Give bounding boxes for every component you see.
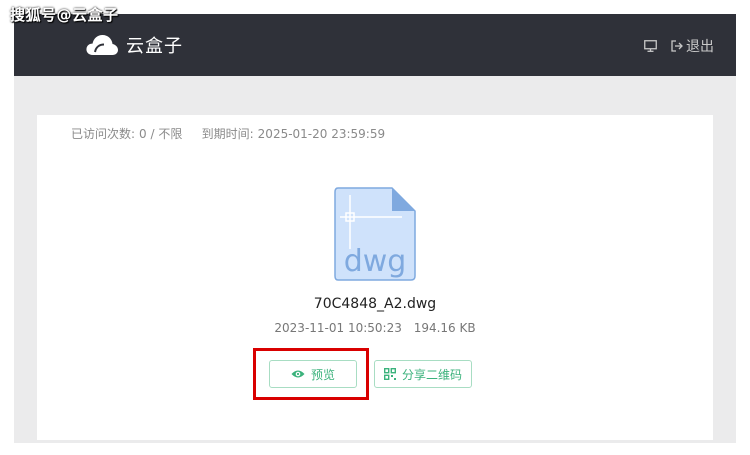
logout-link[interactable]: 退出 bbox=[686, 36, 714, 56]
file-date: 2023-11-01 10:50:23 bbox=[274, 321, 402, 335]
dwg-file-icon: dwg bbox=[334, 187, 416, 285]
visits-value: 0 / 不限 bbox=[139, 127, 183, 141]
file-meta: 2023-11-01 10:50:23 194.16 KB bbox=[37, 321, 713, 335]
app-logo[interactable]: 云盒子 bbox=[86, 32, 183, 58]
file-size: 194.16 KB bbox=[413, 321, 476, 335]
top-navbar: 云盒子 退出 bbox=[14, 14, 736, 76]
expiry-label: 到期时间: bbox=[201, 127, 254, 141]
expiry-value: 2025-01-20 23:59:59 bbox=[257, 127, 386, 141]
logout-icon[interactable] bbox=[671, 40, 683, 52]
visits-label: 已访问次数: bbox=[71, 127, 136, 141]
share-card: 已访问次数: 0 / 不限 到期时间: 2025-01-20 23:59:59 dw… bbox=[37, 115, 713, 440]
watermark-text: 搜狐号@云盒子 bbox=[10, 6, 119, 24]
qrcode-icon bbox=[383, 368, 396, 380]
dwg-icon-label: dwg bbox=[344, 244, 407, 279]
share-qr-label: 分享二维码 bbox=[401, 367, 462, 382]
monitor-icon[interactable] bbox=[644, 40, 657, 52]
cloud-logo-icon bbox=[86, 34, 118, 56]
app-name: 云盒子 bbox=[126, 36, 183, 57]
file-name: 70C4848_A2.dwg bbox=[313, 296, 437, 312]
share-qr-button[interactable]: 分享二维码 bbox=[374, 360, 472, 388]
highlight-box bbox=[253, 348, 369, 400]
share-info: 已访问次数: 0 / 不限 到期时间: 2025-01-20 23:59:59 bbox=[71, 125, 389, 142]
